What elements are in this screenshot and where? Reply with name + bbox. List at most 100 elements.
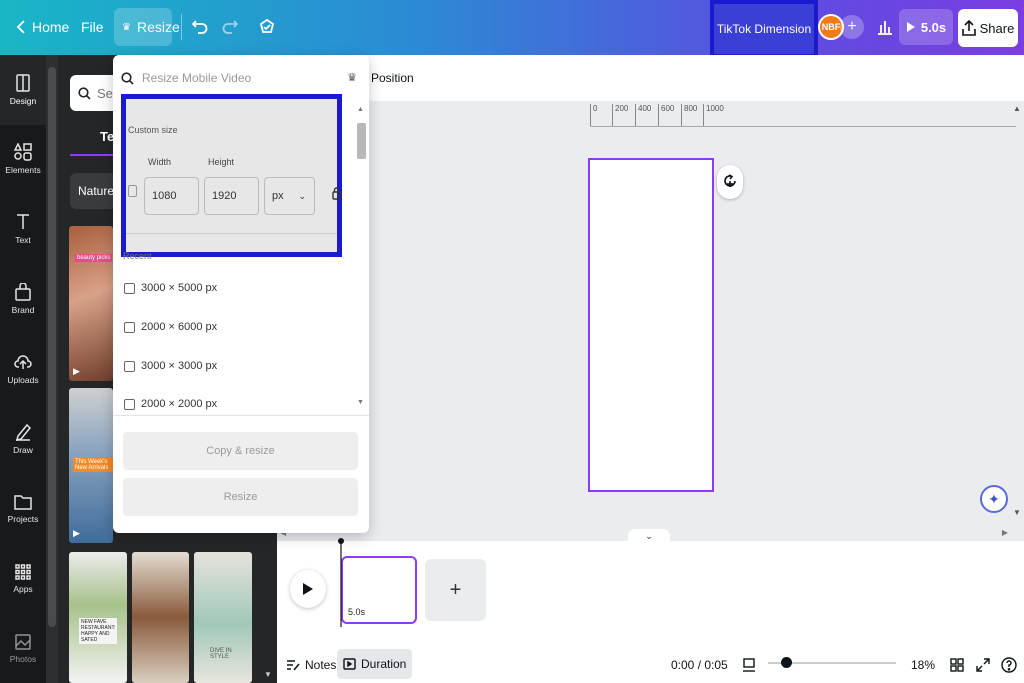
unit-select[interactable]: px ⌄	[264, 177, 315, 215]
zoom-slider-handle[interactable]	[781, 657, 792, 668]
design-title[interactable]: TikTok Dimension	[710, 0, 818, 58]
lock-icon	[332, 187, 341, 200]
thumbnail-caption: DIVE IN STYLE	[210, 648, 232, 660]
photo-icon	[15, 634, 31, 650]
crown-icon: ♛	[347, 72, 357, 84]
scroll-up-icon[interactable]: ▲	[357, 106, 364, 113]
canvas-scroll-up-icon[interactable]: ▲	[1013, 104, 1021, 113]
share-button[interactable]: Share	[958, 9, 1018, 47]
rail-item-projects[interactable]: Projects	[0, 481, 46, 537]
pen-icon	[15, 423, 31, 441]
recent-size-checkbox[interactable]	[124, 282, 135, 294]
undo-button[interactable]	[184, 8, 216, 46]
rail-scrollbar[interactable]	[46, 55, 58, 683]
timeline-clip[interactable]: 5.0s	[341, 556, 417, 624]
recent-label: Recent	[123, 251, 152, 261]
video-play-icon: ▶	[73, 366, 80, 376]
playhead[interactable]	[338, 537, 344, 627]
save-status-button[interactable]	[250, 8, 284, 46]
cloud-check-icon	[259, 18, 275, 33]
position-button[interactable]: Position	[371, 71, 414, 85]
height-field[interactable]: 1920	[204, 177, 259, 215]
home-button[interactable]: Home	[8, 8, 77, 46]
recent-size-item[interactable]: 2000 × 2000 px	[124, 394, 217, 414]
ruler-line	[590, 126, 1016, 127]
resize-list-scroll-thumb[interactable]	[357, 123, 366, 159]
help-button[interactable]	[1001, 651, 1017, 679]
rail-item-text[interactable]: Text	[0, 201, 46, 257]
rail-label: Design	[9, 96, 37, 106]
recent-size-item[interactable]: 2000 × 6000 px	[124, 317, 217, 337]
rail-label: Apps	[13, 584, 33, 594]
resize-search-input[interactable]: Resize Mobile Video	[121, 67, 361, 89]
file-menu-button[interactable]: File	[73, 8, 112, 46]
top-bar: Home File ♛ Resize TikTok Dimension NBF …	[0, 0, 1024, 58]
duration-button[interactable]: Duration	[337, 649, 413, 679]
add-page-button[interactable]: +	[425, 559, 486, 621]
play-icon	[303, 583, 313, 595]
redo-icon	[222, 20, 238, 34]
template-thumbnail[interactable]: DIVE IN STYLE	[194, 552, 252, 683]
rotate-regenerate-button[interactable]	[717, 165, 743, 199]
copy-and-resize-button[interactable]: Copy & resize	[123, 432, 358, 470]
redo-button[interactable]	[214, 8, 246, 46]
rail-item-brand[interactable]: Brand	[0, 271, 46, 327]
recent-size-checkbox[interactable]	[124, 321, 135, 333]
template-thumbnail[interactable]: This Week's New Arrivals ▶	[69, 388, 113, 543]
share-label: Share	[979, 20, 1015, 36]
present-play-button[interactable]: 5.0s	[899, 9, 953, 45]
play-icon	[906, 22, 915, 32]
page-view-button[interactable]	[742, 651, 756, 679]
ruler-tick: 1000	[703, 104, 724, 126]
brand-icon	[15, 283, 31, 301]
design-icon	[16, 74, 30, 92]
rail-item-apps[interactable]: Apps	[0, 551, 46, 607]
recent-size-checkbox[interactable]	[124, 398, 135, 410]
fullscreen-button[interactable]	[976, 651, 990, 679]
scroll-down-icon[interactable]: ▼	[357, 399, 364, 406]
magic-assistant-button[interactable]: ✦	[980, 485, 1008, 513]
plus-icon: +	[449, 578, 462, 601]
duration-label: Duration	[361, 657, 407, 671]
resize-list-scrollbar[interactable]: ▲ ▼	[357, 103, 367, 413]
rail-label: Text	[15, 235, 31, 245]
recent-size-checkbox[interactable]	[124, 360, 135, 372]
rail-scroll-thumb[interactable]	[48, 67, 56, 627]
resize-label: Resize	[136, 19, 180, 35]
insights-button[interactable]	[869, 8, 901, 46]
timeline-play-button[interactable]	[290, 570, 326, 608]
scroll-right-icon[interactable]: ▶	[1002, 528, 1008, 537]
refresh-icon	[724, 174, 736, 187]
resize-confirm-button[interactable]: Resize	[123, 478, 358, 516]
recent-size-item[interactable]: 3000 × 5000 px	[124, 278, 217, 298]
custom-size-checkbox[interactable]	[128, 185, 137, 197]
rail-item-uploads[interactable]: Uploads	[0, 341, 46, 397]
zoom-percentage[interactable]: 18%	[911, 651, 935, 679]
resize-button[interactable]: ♛ Resize	[114, 8, 180, 46]
notes-button[interactable]: Notes	[286, 651, 336, 679]
template-thumbnail[interactable]: beauty picks ▶	[69, 226, 113, 381]
rail-item-photos[interactable]: Photos	[0, 621, 46, 677]
panel-scroll-down-icon[interactable]: ▼	[264, 670, 272, 679]
canvas-scroll-down-icon[interactable]: ▼	[1013, 508, 1021, 517]
template-thumbnail[interactable]	[132, 552, 189, 683]
design-artboard[interactable]	[588, 158, 714, 492]
template-thumbnail[interactable]: NEW FAVE RESTAURANT: HAPPY AND SATED	[69, 552, 127, 683]
file-label: File	[81, 19, 104, 35]
recent-size-item[interactable]: 3000 × 3000 px	[124, 356, 217, 376]
help-icon	[1001, 657, 1017, 673]
video-play-icon: ▶	[73, 528, 80, 538]
rail-item-elements[interactable]: Elements	[0, 131, 46, 187]
clip-duration: 5.0s	[348, 607, 366, 617]
aspect-lock-icon[interactable]	[332, 186, 341, 203]
crown-icon: ♛	[122, 21, 131, 33]
rail-item-draw[interactable]: Draw	[0, 411, 46, 467]
grid-view-button[interactable]	[950, 651, 964, 679]
custom-size-title: Custom size	[128, 125, 178, 135]
ruler-tick: 0	[590, 104, 597, 126]
ruler-tick: 800	[681, 104, 697, 126]
add-collaborator-button[interactable]: +	[840, 15, 864, 39]
width-field[interactable]: 1080	[144, 177, 199, 215]
rail-item-design[interactable]: Design	[0, 55, 46, 125]
apps-grid-icon	[15, 564, 31, 580]
